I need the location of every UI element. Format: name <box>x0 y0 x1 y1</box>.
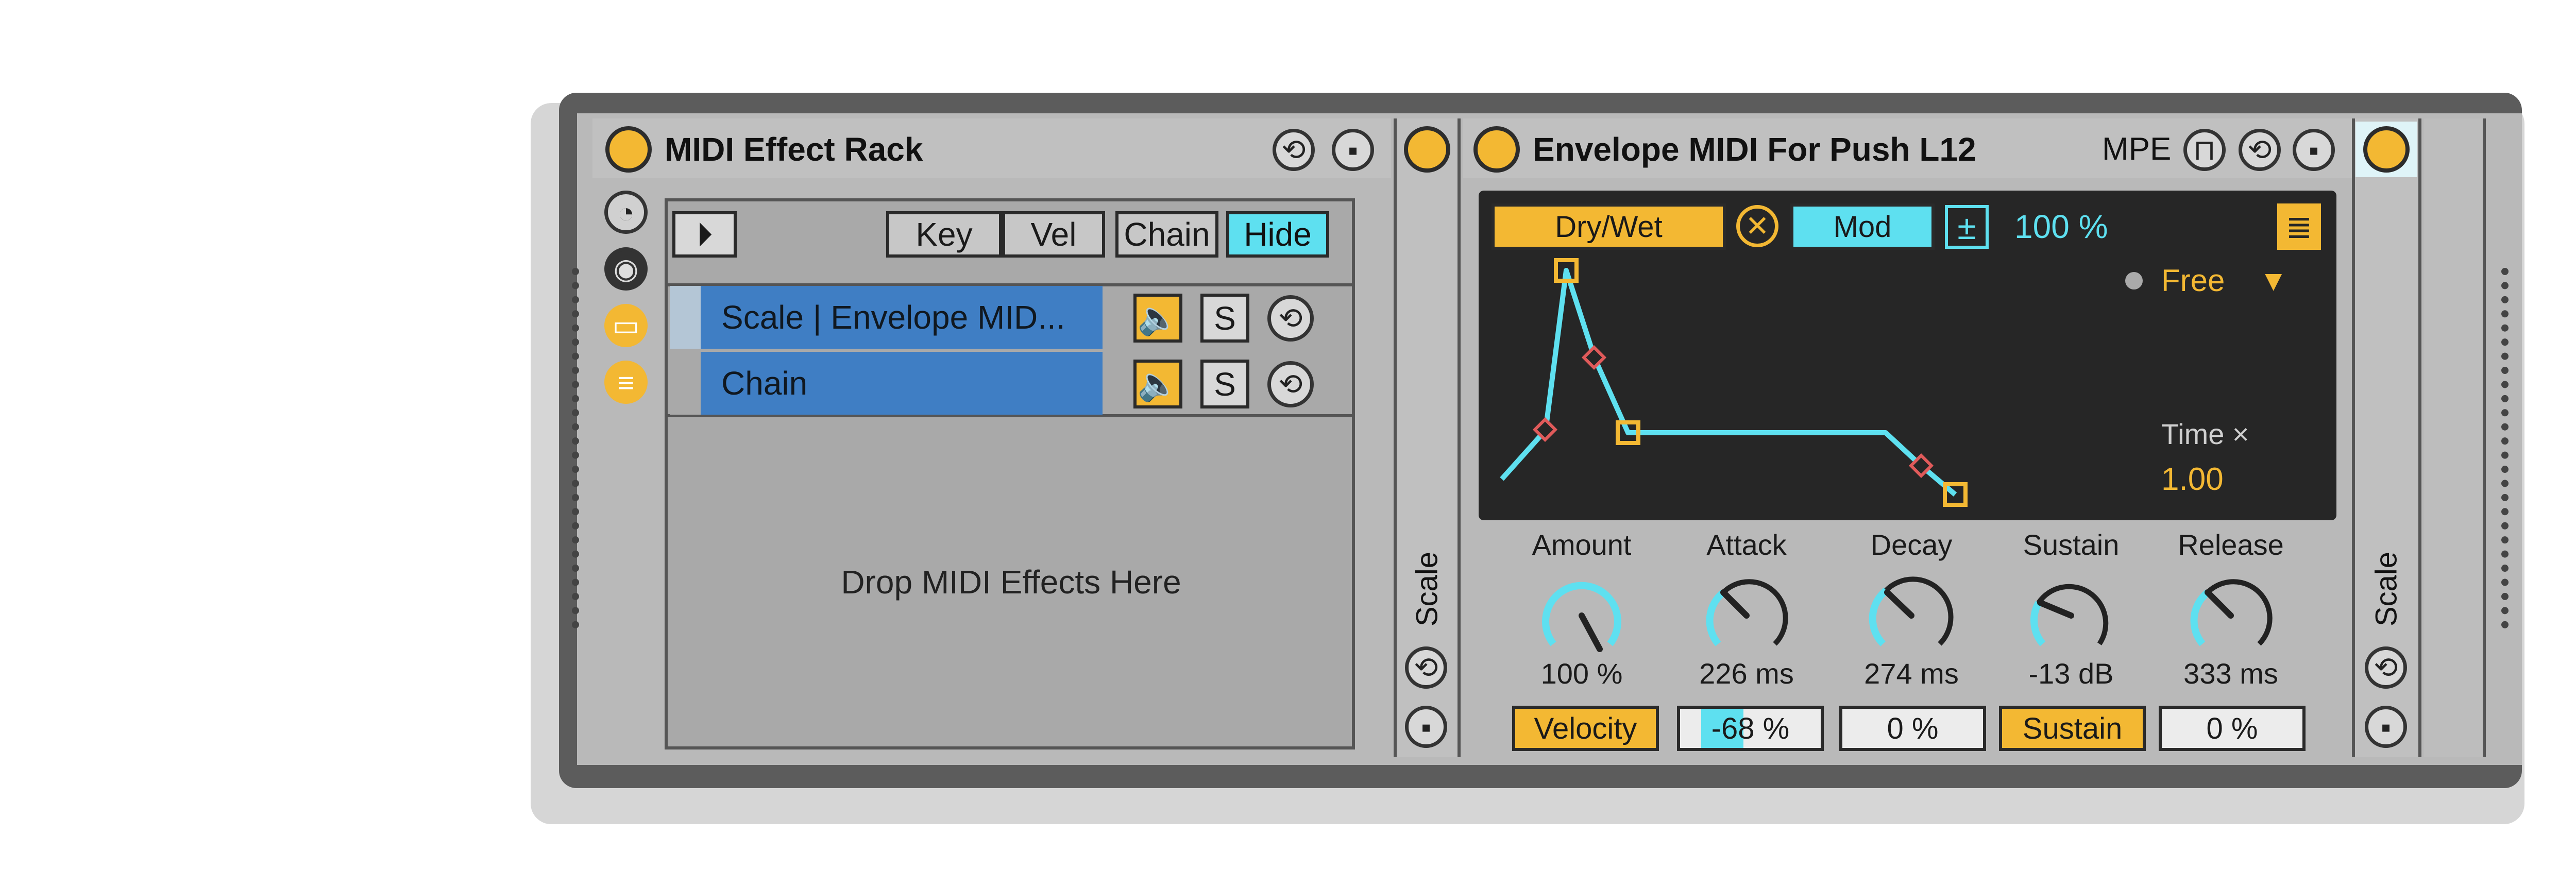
attack-mod-amount[interactable]: -68 % <box>1677 706 1824 751</box>
scale-device-title: Scale <box>1410 551 1444 627</box>
mpe-label: MPE <box>2102 131 2172 167</box>
scale-right-save-icon[interactable]: ▪ <box>2365 706 2407 748</box>
decay-curve-handle <box>1581 345 1607 370</box>
chain-row-2-selector[interactable] <box>670 352 701 415</box>
drop-midi-effects-area[interactable]: Drop MIDI Effects Here <box>667 417 1355 747</box>
release-knob[interactable] <box>2187 572 2275 659</box>
mpe-toggle-icon[interactable]: ⊓ <box>2183 129 2226 171</box>
empty-device-slot <box>2424 118 2486 757</box>
right-resize-grip[interactable] <box>2501 268 2509 628</box>
rack-power-button[interactable] <box>605 126 652 173</box>
scale-save-icon[interactable]: ▪ <box>1405 706 1447 748</box>
macro-knob-icon[interactable]: ◔ <box>604 191 648 234</box>
amount-knob[interactable] <box>1538 572 1625 659</box>
time-multiplier-label: Time × <box>2161 418 2249 450</box>
envelope-power-button[interactable] <box>1473 126 1520 173</box>
time-multiplier-value[interactable]: 1.00 <box>2161 461 2224 498</box>
snapshot-camera-icon[interactable]: ◉ <box>604 247 648 291</box>
sustain-label: Sustain <box>2023 529 2120 561</box>
decay-value: 274 ms <box>1864 657 1959 690</box>
amount-label: Amount <box>1532 529 1632 561</box>
sustain-mod-button[interactable]: Sustain <box>1999 706 2146 751</box>
chain-1-hot-swap-icon[interactable]: ⟲ <box>1267 295 1314 342</box>
envelope-hot-swap-icon[interactable]: ⟲ <box>2239 129 2281 171</box>
attack-value: 226 ms <box>1699 657 1794 690</box>
chain-2-solo-button[interactable]: S <box>1200 360 1249 408</box>
chain-row-2-name[interactable]: Chain <box>701 352 1103 415</box>
scale-power-button[interactable] <box>1404 126 1450 173</box>
decay-knob[interactable] <box>1868 572 1955 659</box>
devices-list-icon[interactable]: ≡ <box>604 361 648 404</box>
save-preset-icon[interactable]: ▪ <box>1332 129 1374 171</box>
envelope-title: Envelope MIDI For Push L12 <box>1533 131 1976 168</box>
release-mod-amount[interactable]: 0 % <box>2159 706 2306 751</box>
chain-list-icon[interactable]: ▭ <box>604 304 648 347</box>
sustain-value: -13 dB <box>2028 657 2114 690</box>
rack-title: MIDI Effect Rack <box>665 131 923 168</box>
release-label: Release <box>2178 529 2284 561</box>
auto-select-icon[interactable]: ⏵ <box>672 211 737 258</box>
chain-row-1-name[interactable]: Scale | Envelope MID... <box>701 286 1103 349</box>
chain-1-solo-button[interactable]: S <box>1200 294 1249 343</box>
envelope-curve <box>1500 268 1957 497</box>
amount-value: 100 % <box>1540 657 1623 690</box>
scale-right-hot-swap-icon[interactable]: ⟲ <box>2365 646 2407 689</box>
velocity-mod-button[interactable]: Velocity <box>1512 706 1659 751</box>
hot-swap-icon[interactable]: ⟲ <box>1273 129 1315 171</box>
left-resize-grip[interactable] <box>572 268 579 628</box>
chain-2-hot-swap-icon[interactable]: ⟲ <box>1267 361 1314 407</box>
scale-right-power-button[interactable] <box>2363 126 2410 173</box>
scale-right-device-title: Scale <box>2369 551 2403 627</box>
release-value: 333 ms <box>2183 657 2278 690</box>
chain-row-selector[interactable] <box>670 286 701 349</box>
decay-mod-amount[interactable]: 0 % <box>1839 706 1986 751</box>
envelope-save-icon[interactable]: ▪ <box>2293 129 2335 171</box>
attack-label: Attack <box>1706 529 1787 561</box>
sustain-knob[interactable] <box>2027 572 2115 659</box>
vel-zone-button[interactable]: Vel <box>1002 211 1105 258</box>
scale-hot-swap-icon[interactable]: ⟲ <box>1405 646 1447 689</box>
hide-zones-button[interactable]: Hide <box>1226 211 1329 258</box>
chain-zone-button[interactable]: Chain <box>1115 211 1218 258</box>
attack-knob[interactable] <box>1703 572 1790 659</box>
key-zone-button[interactable]: Key <box>886 211 1002 258</box>
chain-1-activator-speaker-icon[interactable]: 🔈 <box>1133 294 1182 343</box>
chain-2-activator-speaker-icon[interactable]: 🔈 <box>1133 360 1182 408</box>
decay-label: Decay <box>1870 529 1953 561</box>
